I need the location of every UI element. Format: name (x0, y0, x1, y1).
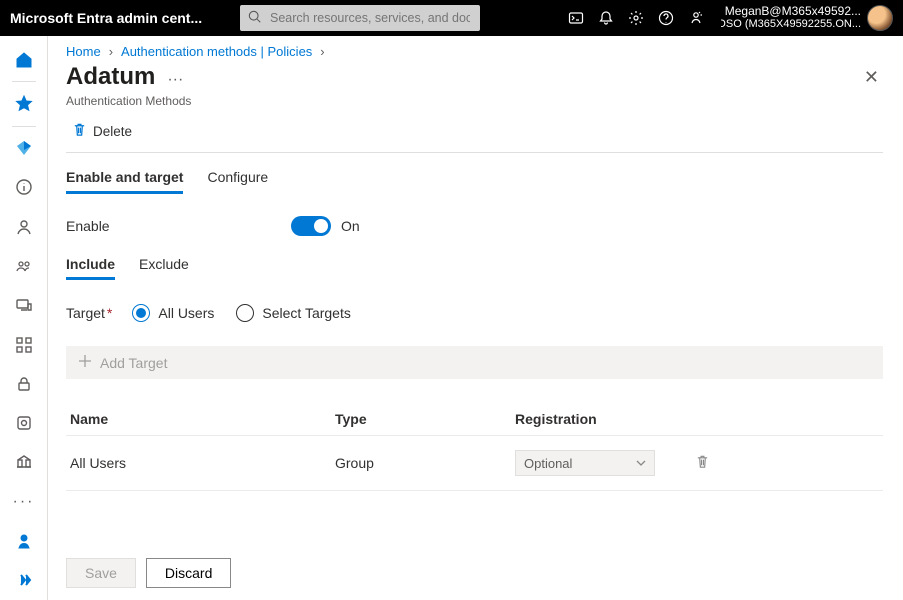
cloud-shell-icon[interactable] (561, 0, 591, 36)
settings-icon[interactable] (621, 0, 651, 36)
nav-favorites-icon[interactable] (0, 84, 48, 123)
nav-person-blue-icon[interactable] (0, 521, 48, 560)
help-icon[interactable] (651, 0, 681, 36)
nav-expand-icon[interactable] (0, 561, 48, 600)
search-input[interactable] (268, 10, 472, 26)
user-name: MeganB@M365x49592... (725, 5, 861, 18)
radio-select-targets-label: Select Targets (262, 305, 350, 321)
nav-groups-icon[interactable] (0, 246, 48, 285)
global-search[interactable] (240, 5, 480, 31)
chevron-down-icon (636, 456, 646, 471)
crumb-home[interactable]: Home (66, 44, 101, 59)
tab-configure[interactable]: Configure (207, 169, 268, 194)
target-label: Target* (66, 305, 112, 321)
add-target-label: Add Target (100, 355, 167, 371)
more-actions-icon[interactable]: ··· (167, 63, 183, 89)
nav-protect-icon[interactable] (0, 404, 48, 443)
nav-devices-icon[interactable] (0, 286, 48, 325)
feedback-icon[interactable] (681, 0, 711, 36)
breadcrumb: Home › Authentication methods | Policies… (66, 44, 883, 59)
footer-actions: Save Discard (66, 558, 231, 588)
page-subtitle: Authentication Methods (66, 94, 883, 108)
trash-icon (72, 122, 87, 140)
table-row: All Users Group Optional (66, 436, 883, 491)
main-tabs: Enable and target Configure (66, 169, 883, 194)
cell-type: Group (335, 455, 515, 471)
nav-user-icon[interactable] (0, 207, 48, 246)
discard-button[interactable]: Discard (146, 558, 231, 588)
radio-all-users-label: All Users (158, 305, 214, 321)
delete-label: Delete (93, 124, 132, 139)
col-reg-header: Registration (515, 411, 879, 427)
nav-lock-icon[interactable] (0, 364, 48, 403)
col-name-header: Name (70, 411, 335, 427)
targets-table: Name Type Registration All Users Group O… (66, 403, 883, 491)
nav-entra-icon[interactable] (0, 129, 48, 168)
tenant-name: CONTOSO (M365X49592255.ON... (721, 18, 861, 31)
cell-name: All Users (70, 455, 335, 471)
avatar (867, 5, 893, 31)
include-exclude-tabs: Include Exclude (66, 256, 883, 280)
notifications-icon[interactable] (591, 0, 621, 36)
save-button: Save (66, 558, 136, 588)
registration-dropdown: Optional (515, 450, 655, 476)
nav-home-icon[interactable] (0, 40, 48, 79)
enable-label: Enable (66, 218, 291, 234)
registration-value: Optional (524, 456, 572, 471)
plus-icon (78, 354, 92, 371)
page-title: Adatum (66, 63, 155, 91)
enable-toggle[interactable] (291, 216, 331, 236)
radio-select-targets[interactable]: Select Targets (236, 304, 350, 322)
close-icon[interactable]: ✕ (860, 63, 883, 92)
nav-apps-icon[interactable] (0, 325, 48, 364)
crumb-policies[interactable]: Authentication methods | Policies (121, 44, 312, 59)
account-menu[interactable]: MeganB@M365x49592... CONTOSO (M365X49592… (711, 5, 893, 31)
col-type-header: Type (335, 411, 515, 427)
chevron-right-icon: › (109, 44, 113, 59)
tab-include[interactable]: Include (66, 256, 115, 280)
top-icon-group: MeganB@M365x49592... CONTOSO (M365X49592… (561, 0, 893, 36)
radio-all-users[interactable]: All Users (132, 304, 214, 322)
top-bar: Microsoft Entra admin cent... MeganB@M36… (0, 0, 903, 36)
tab-enable-target[interactable]: Enable and target (66, 169, 183, 194)
left-nav-rail: ··· (0, 36, 48, 600)
tab-exclude[interactable]: Exclude (139, 256, 189, 280)
delete-button[interactable]: Delete (66, 118, 138, 144)
add-target-button: Add Target (66, 346, 883, 379)
search-icon (248, 10, 268, 27)
nav-more-icon[interactable]: ··· (0, 482, 48, 521)
enable-state: On (341, 218, 360, 234)
chevron-right-icon: › (320, 44, 324, 59)
row-delete-icon[interactable] (695, 454, 710, 472)
nav-governance-icon[interactable] (0, 443, 48, 482)
nav-info-icon[interactable] (0, 168, 48, 207)
brand-label[interactable]: Microsoft Entra admin cent... (10, 10, 240, 26)
main-content: Home › Authentication methods | Policies… (48, 36, 903, 600)
